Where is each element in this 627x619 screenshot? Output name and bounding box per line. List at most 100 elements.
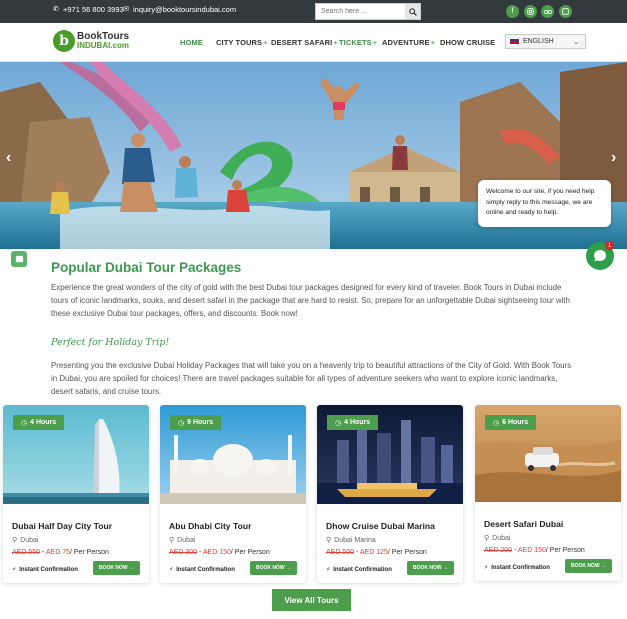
clock-icon: ◷: [493, 419, 500, 427]
logo-mark: b: [53, 30, 75, 52]
phone-number: +971 56 800 3993: [63, 5, 124, 14]
book-now-button[interactable]: BOOK NOW →: [93, 561, 140, 575]
menu-item-desert-safari[interactable]: DESERT SAFARI+: [271, 38, 338, 47]
lightning-icon: ⚡: [12, 567, 17, 573]
message-icon: [15, 255, 23, 262]
tour-card[interactable]: ◷ 9 Hours Abu Dhabi City Tour ⚲ Dubai AED …: [160, 405, 306, 583]
tour-title[interactable]: Desert Safari Dubai: [484, 519, 563, 529]
email-address: inquiry@booktoursindubai.com: [133, 5, 237, 14]
tour-image[interactable]: ◷ 6 Hours: [475, 405, 621, 502]
floating-widget-button[interactable]: [11, 251, 27, 267]
tour-card[interactable]: ◷ 6 Hours Desert Safari Dubai ⚲ Dubai AED …: [475, 405, 621, 581]
tour-card[interactable]: ◷ 4 Hours Dhow Cruise Dubai Marina ⚲ Dubai…: [317, 405, 463, 583]
location-pin-icon: ⚲: [169, 537, 175, 544]
clock-icon: ◷: [21, 419, 28, 427]
tour-price: AED 550 - AED 75/ Per Person: [12, 549, 109, 556]
menu-item-adventure[interactable]: ADVENTURE+: [382, 38, 435, 47]
holiday-paragraph: Presenting you the exclusive Dubai Holid…: [51, 361, 572, 396]
instant-confirmation: ⚡ Instant Confirmation: [169, 566, 235, 574]
view-all-tours-button[interactable]: View All Tours: [272, 589, 351, 611]
phone-icon: ✆: [53, 5, 59, 13]
tour-image[interactable]: ◷ 4 Hours: [317, 405, 463, 504]
location-pin-icon: ⚲: [484, 535, 490, 542]
facebook-icon[interactable]: f: [506, 5, 519, 18]
instant-confirmation: ⚡ Instant Confirmation: [326, 566, 392, 574]
expand-plus-icon: +: [333, 38, 338, 47]
tour-price: AED 200 - AED 150/ Per Person: [484, 547, 585, 554]
search-icon: [408, 7, 417, 16]
old-price: AED 550: [12, 549, 41, 556]
chat-icon: [594, 250, 606, 262]
duration-badge: ◷ 4 Hours: [327, 415, 379, 430]
tour-title[interactable]: Dhow Cruise Dubai Marina: [326, 521, 435, 531]
phone-contact[interactable]: ✆ +971 56 800 3993: [52, 5, 124, 14]
site-logo[interactable]: b BookTours INDUBAI.com: [53, 30, 129, 52]
tour-location: ⚲ Dubai Marina: [326, 536, 376, 545]
intro-paragraph: Experience the great wonders of the city…: [51, 283, 570, 318]
menu-item-home[interactable]: HOME: [180, 38, 203, 47]
whatsapp-icon[interactable]: [559, 5, 572, 18]
logo-text-top: BookTours: [77, 31, 130, 42]
old-price: AED 500: [326, 549, 355, 556]
lightning-icon: ⚡: [326, 567, 331, 573]
tour-price: AED 300 - AED 150/ Per Person: [169, 549, 270, 556]
old-price: AED 200: [484, 547, 513, 554]
book-now-button[interactable]: BOOK NOW →: [250, 561, 297, 575]
top-bar: ✆ +971 56 800 3993 ✉ inquiry@booktoursin…: [0, 0, 627, 23]
tour-title[interactable]: Dubai Half Day City Tour: [12, 521, 112, 531]
tour-location: ⚲ Dubai: [12, 536, 39, 545]
uk-flag-icon: [509, 38, 520, 45]
language-label: ENGLISH: [523, 38, 554, 45]
menu-item-city-tours[interactable]: CITY TOURS+: [216, 38, 268, 47]
lightning-icon: ⚡: [484, 565, 489, 571]
section-heading: Popular Dubai Tour Packages: [51, 260, 242, 275]
instant-confirmation: ⚡ Instant Confirmation: [484, 564, 550, 572]
slider-prev-arrow[interactable]: ‹: [6, 149, 11, 167]
chat-welcome-bubble[interactable]: Welcome to our site, if you need help si…: [478, 180, 611, 227]
old-price: AED 300: [169, 549, 198, 556]
expand-plus-icon: +: [430, 38, 436, 47]
new-price: AED 125: [359, 549, 388, 556]
new-price: AED 150: [517, 547, 546, 554]
clock-icon: ◷: [178, 419, 185, 427]
expand-plus-icon: +: [263, 38, 268, 47]
main-nav: b BookTours INDUBAI.com HOME CITY TOURS+…: [0, 23, 627, 62]
tour-image[interactable]: ◷ 4 Hours: [3, 405, 149, 504]
instagram-icon[interactable]: [524, 5, 537, 18]
lightning-icon: ⚡: [169, 567, 174, 573]
tour-location: ⚲ Dubai: [169, 536, 196, 545]
page: ✆ +971 56 800 3993 ✉ inquiry@booktoursin…: [0, 0, 627, 619]
tour-location: ⚲ Dubai: [484, 534, 511, 543]
search-box: [315, 3, 421, 20]
search-button[interactable]: [405, 4, 420, 19]
instant-confirmation: ⚡ Instant Confirmation: [12, 566, 78, 574]
tripadvisor-icon[interactable]: [541, 5, 554, 18]
location-pin-icon: ⚲: [12, 537, 18, 544]
tour-card[interactable]: ◷ 4 Hours Dubai Half Day City Tour ⚲ Dubai…: [3, 405, 149, 583]
duration-badge: ◷ 9 Hours: [170, 415, 222, 430]
tour-title[interactable]: Abu Dhabi City Tour: [169, 521, 251, 531]
tour-price: AED 500 - AED 125/ Per Person: [326, 549, 427, 556]
book-now-button[interactable]: BOOK NOW →: [407, 561, 454, 575]
slider-next-arrow[interactable]: ›: [611, 149, 616, 167]
book-now-button[interactable]: BOOK NOW →: [565, 559, 612, 573]
sub-heading: Perfect for Holiday Trip!: [51, 337, 170, 348]
chevron-down-icon: ⌄: [573, 39, 579, 46]
search-input[interactable]: [316, 4, 405, 19]
clock-icon: ◷: [335, 419, 342, 427]
duration-badge: ◷ 4 Hours: [13, 415, 65, 430]
new-price: AED 150: [202, 549, 231, 556]
tour-image[interactable]: ◷ 9 Hours: [160, 405, 306, 504]
menu-item-dhow-cruise[interactable]: DHOW CRUISE: [440, 38, 495, 47]
new-price: AED 75: [45, 549, 70, 556]
email-contact[interactable]: ✉ inquiry@booktoursindubai.com: [122, 5, 236, 14]
envelope-icon: ✉: [123, 5, 129, 13]
expand-plus-icon: +: [372, 38, 378, 47]
language-select[interactable]: ENGLISH ⌄: [505, 34, 586, 49]
menu-item-tickets[interactable]: TICKETS+: [339, 38, 377, 47]
chat-unread-badge: 1: [605, 241, 614, 250]
duration-badge: ◷ 6 Hours: [485, 415, 537, 430]
location-pin-icon: ⚲: [326, 537, 332, 544]
chat-message: Welcome to our site, if you need help si…: [486, 188, 595, 216]
logo-text-bottom: INDUBAI.com: [77, 41, 130, 50]
